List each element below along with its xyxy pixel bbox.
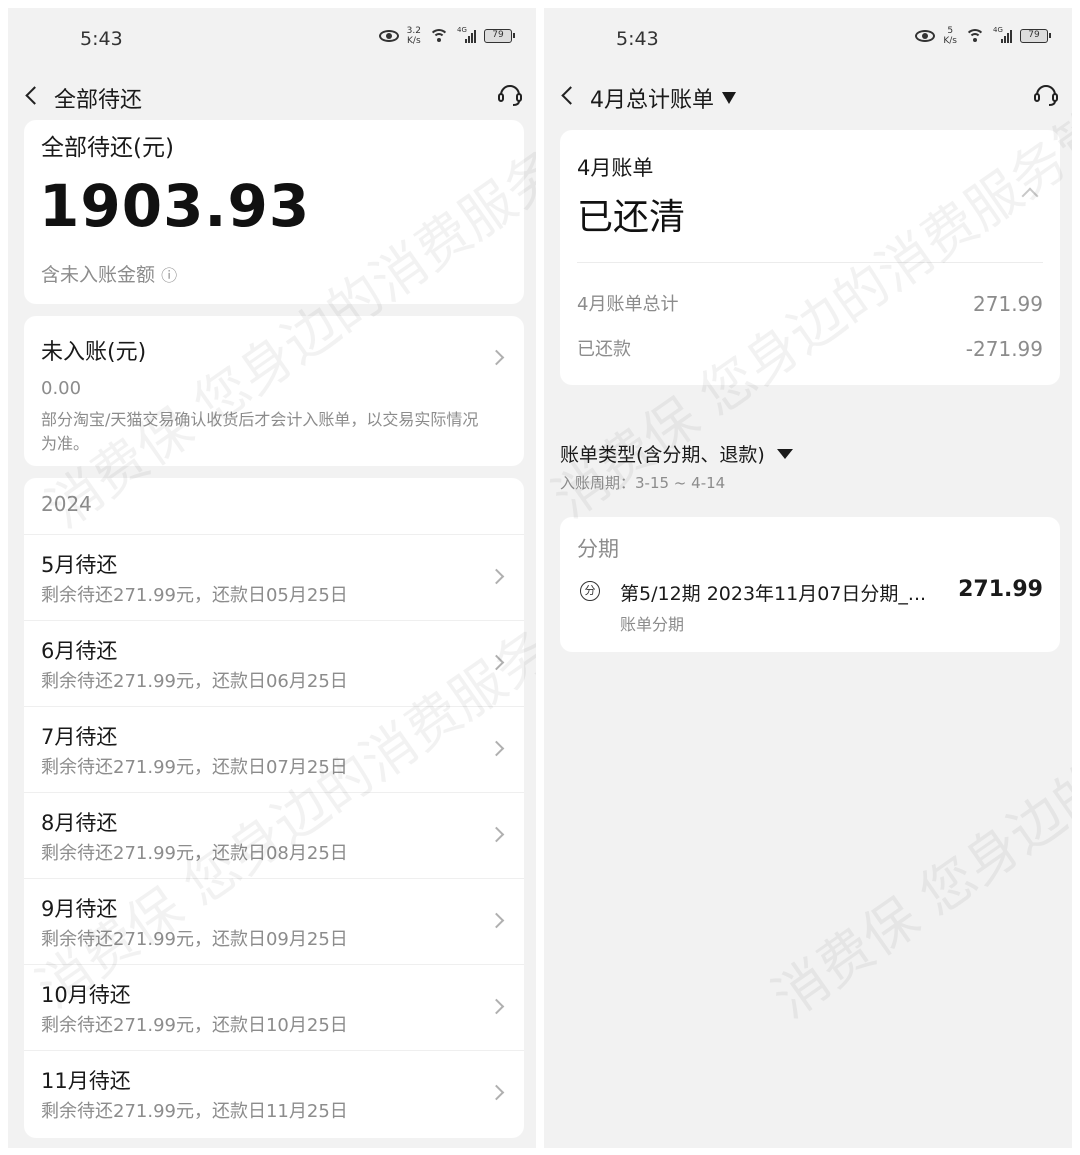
month-due-detail: 剩余待还271.99元，还款日11月25日 — [41, 1101, 348, 1122]
nav-bar: 4月总计账单 — [544, 70, 1072, 122]
monthly-due-list: 2024 5月待还 剩余待还271.99元，还款日05月25日 6月待还 剩余待还27… — [24, 478, 524, 1138]
battery-icon: 79 — [1020, 29, 1051, 43]
month-due-detail: 剩余待还271.99元，还款日08月25日 — [41, 843, 348, 864]
right-screen: 5:43 5 K/s 4G 79 4月总计账单 4月账单 已还清 4月账单总计 2… — [544, 8, 1072, 1148]
month-due-detail: 剩余待还271.99元，还款日07月25日 — [41, 757, 348, 778]
month-due-title: 11月待还 — [41, 1069, 131, 1093]
wifi-icon — [429, 29, 449, 43]
month-due-item[interactable]: 9月待还剩余待还271.99元，还款日09月25日 — [24, 878, 524, 964]
installment-card: 分期 分 第5/12期 2023年11月07日分期_... 账单分期 271.9… — [560, 517, 1060, 652]
month-due-item[interactable]: 11月待还剩余待还271.99元，还款日11月25日 — [24, 1050, 524, 1136]
eye-icon — [378, 30, 399, 42]
month-due-item[interactable]: 10月待还剩余待还271.99元，还款日10月25日 — [24, 964, 524, 1050]
unposted-title: 未入账(元) — [41, 340, 147, 365]
bill-type-filter[interactable]: 账单类型(含分期、退款) — [560, 440, 793, 467]
installment-section-title: 分期 — [577, 537, 619, 561]
month-due-item[interactable]: 8月待还剩余待还271.99元，还款日08月25日 — [24, 792, 524, 878]
month-due-title: 9月待还 — [41, 897, 118, 921]
paid-label: 已还款 — [577, 339, 631, 360]
month-due-title: 10月待还 — [41, 983, 131, 1007]
installment-amount: 271.99 — [958, 577, 1043, 602]
month-due-title: 8月待还 — [41, 811, 118, 835]
info-icon[interactable]: ⓘ — [161, 266, 177, 285]
month-due-title: 5月待还 — [41, 553, 118, 577]
back-arrow-icon[interactable] — [24, 85, 40, 105]
chevron-right-icon — [488, 349, 505, 366]
status-time: 5:43 — [616, 28, 659, 50]
installment-subtitle: 账单分期 — [620, 615, 685, 634]
month-due-detail: 剩余待还271.99元，还款日05月25日 — [41, 585, 348, 606]
chevron-right-icon — [488, 826, 505, 843]
page-title: 全部待还 — [54, 88, 143, 113]
dropdown-triangle-icon — [776, 449, 793, 459]
unposted-amount: 0.00 — [41, 378, 82, 399]
chevron-right-icon — [488, 654, 505, 671]
bill-label: 4月账单 — [577, 156, 654, 180]
month-due-title: 6月待还 — [41, 639, 118, 663]
total-due-label: 全部待还(元) — [41, 135, 174, 161]
bill-total-label: 4月账单总计 — [577, 294, 679, 315]
eye-icon — [915, 30, 936, 42]
dropdown-triangle-icon — [722, 92, 736, 104]
month-due-detail: 剩余待还271.99元，还款日06月25日 — [41, 671, 348, 692]
chevron-right-icon — [488, 740, 505, 757]
status-bar: 5:43 3.2 K/s 4G 79 — [8, 8, 536, 70]
customer-service-icon[interactable] — [1032, 80, 1060, 108]
month-due-detail: 剩余待还271.99元，还款日10月25日 — [41, 1015, 348, 1036]
month-due-title: 7月待还 — [41, 725, 118, 749]
left-screen: 5:43 3.2 K/s 4G 79 全部待还 全部待还(元) 1903.93 含… — [8, 8, 536, 1148]
installment-icon: 分 — [580, 581, 600, 601]
bill-status: 已还清 — [577, 197, 686, 238]
total-due-card: 全部待还(元) 1903.93 含未入账金额 ⓘ — [24, 120, 524, 304]
month-due-item[interactable]: 5月待还剩余待还271.99元，还款日05月25日 — [24, 534, 524, 620]
status-bar: 5:43 5 K/s 4G 79 — [544, 8, 1072, 70]
signal-icon: 4G — [993, 26, 1012, 43]
back-arrow-icon[interactable] — [560, 85, 576, 105]
customer-service-icon[interactable] — [496, 80, 524, 108]
month-due-item[interactable]: 7月待还剩余待还271.99元，还款日07月25日 — [24, 706, 524, 792]
network-speed: 5 K/s — [943, 26, 957, 46]
month-due-detail: 剩余待还271.99元，还款日09月25日 — [41, 929, 348, 950]
paid-value: -271.99 — [965, 337, 1043, 361]
wifi-icon — [965, 29, 985, 43]
bill-total-value: 271.99 — [973, 292, 1043, 316]
chevron-right-icon — [488, 998, 505, 1015]
unposted-note[interactable]: 含未入账金额 ⓘ — [41, 260, 177, 287]
bill-month-selector[interactable]: 4月总计账单 — [590, 82, 736, 114]
month-due-item[interactable]: 6月待还剩余待还271.99元，还款日06月25日 — [24, 620, 524, 706]
network-speed: 3.2 K/s — [406, 26, 421, 46]
year-header: 2024 — [41, 492, 92, 516]
billing-period: 入账周期：3-15 ~ 4-14 — [560, 474, 726, 492]
status-time: 5:43 — [80, 28, 123, 50]
installment-row[interactable]: 分 第5/12期 2023年11月07日分期_... 账单分期 271.99 — [560, 575, 1060, 645]
chevron-right-icon — [488, 568, 505, 585]
battery-icon: 79 — [484, 29, 515, 43]
april-bill-card: 4月账单 已还清 4月账单总计 271.99 已还款 -271.99 — [560, 130, 1060, 385]
unposted-card[interactable]: 未入账(元) 0.00 部分淘宝/天猫交易确认收货后才会计入账单，以交易实际情况… — [24, 316, 524, 466]
collapse-chevron-icon[interactable] — [1021, 187, 1039, 205]
signal-icon: 4G — [457, 26, 476, 43]
nav-bar: 全部待还 — [8, 70, 536, 122]
total-due-amount: 1903.93 — [39, 172, 311, 240]
chevron-right-icon — [488, 1084, 505, 1101]
unposted-description: 部分淘宝/天猫交易确认收货后才会计入账单，以交易实际情况为准。 — [41, 410, 479, 453]
installment-title: 第5/12期 2023年11月07日分期_... — [620, 583, 927, 605]
chevron-right-icon — [488, 912, 505, 929]
